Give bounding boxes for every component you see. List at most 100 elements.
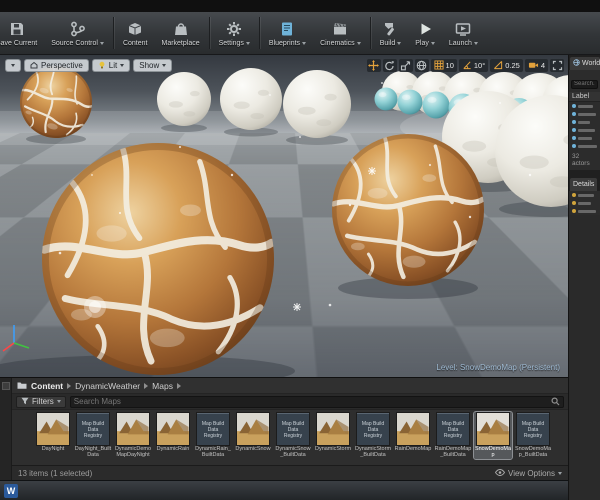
dropdown-arrow-icon — [558, 471, 562, 475]
outliner-actor-row[interactable] — [569, 118, 600, 126]
asset-name: DynamicSnow_BuiltData — [275, 446, 311, 458]
breadcrumb-maps[interactable]: Maps — [152, 381, 173, 391]
dropdown-arrow-icon — [430, 41, 435, 45]
taskbar: W — [0, 480, 568, 500]
asset-name: SnowDemoMap — [474, 446, 512, 458]
map-build-data-thumbnail: Map Build Data Registry — [437, 413, 469, 445]
dropdown-arrow-icon — [397, 41, 402, 45]
tab-world-outliner[interactable]: World Outliner — [570, 57, 600, 70]
world-space-toggle-button[interactable] — [414, 59, 429, 72]
breadcrumb-dynamicweather[interactable]: DynamicWeather — [75, 381, 140, 391]
build-button[interactable]: Build — [373, 12, 409, 54]
camera-speed-value: 4 — [540, 61, 545, 70]
breadcrumb-chevron-icon — [144, 382, 149, 389]
search-maps-input[interactable] — [73, 397, 549, 406]
asset-tile-dynamicrain[interactable]: DynamicRain — [154, 412, 192, 453]
perspective-button[interactable]: Perspective — [24, 59, 89, 72]
blueprints-icon — [278, 20, 296, 39]
dropdown-arrow-icon — [120, 64, 125, 67]
details-row[interactable] — [569, 207, 600, 215]
show-menu-button[interactable]: Show — [133, 59, 173, 72]
data-tile-text: Map Build Data Registry — [81, 420, 105, 439]
data-tile-text: Map Build Data Registry — [521, 420, 545, 439]
details-row[interactable] — [569, 191, 600, 199]
asset-tile-daynight-builtdata[interactable]: Map Build Data Registry DayNight_BuiltDa… — [74, 412, 112, 459]
asset-tile-daynight[interactable]: DayNight — [34, 412, 72, 453]
sources-panel-collapsed[interactable] — [0, 378, 12, 480]
move-tool-button[interactable] — [366, 59, 381, 72]
map-build-data-thumbnail: Map Build Data Registry — [517, 413, 549, 445]
outliner-search-input[interactable] — [571, 79, 598, 89]
scale-tool-button[interactable] — [398, 59, 413, 72]
marketplace-button[interactable]: Marketplace — [154, 12, 206, 54]
outliner-actor-row[interactable] — [569, 134, 600, 142]
dropdown-arrow-icon — [302, 41, 307, 45]
details-row[interactable] — [569, 199, 600, 207]
folder-icon — [17, 377, 27, 395]
lit-mode-button[interactable]: Lit — [91, 59, 131, 72]
word-taskbar-icon[interactable]: W — [4, 483, 18, 498]
view-options-button[interactable]: View Options — [494, 469, 562, 478]
play-button[interactable]: Play — [408, 12, 442, 54]
content-button[interactable]: Content — [116, 12, 155, 54]
right-dock-panel: World Outliner Label 32 actors Details — [568, 55, 600, 500]
scale-snap-control[interactable]: 0.25 — [490, 59, 523, 72]
dropdown-arrow-icon — [56, 400, 61, 403]
snow-emitter-sprite[interactable] — [292, 302, 302, 312]
marketplace-icon — [172, 20, 190, 39]
launch-button[interactable]: Launch — [442, 12, 485, 54]
rotate-tool-button[interactable] — [382, 59, 397, 72]
toolbar-separator — [208, 17, 210, 49]
asset-tile-snowdemomap-builtdata[interactable]: Map Build Data Registry SnowDemoMap_Buil… — [514, 412, 552, 459]
toolbar-button-label: Play — [415, 39, 429, 47]
outliner-actor-row[interactable] — [569, 142, 600, 150]
snow-sphere-1[interactable] — [157, 72, 211, 126]
asset-tile-dynamicsnow-builtdata[interactable]: Map Build Data Registry DynamicSnow_Buil… — [274, 412, 312, 459]
asset-tile-snowdemomap-selected[interactable]: SnowDemoMap — [473, 411, 513, 460]
asset-tile-dynamicdemomapdaynight[interactable]: DynamicDemoMapDayNight — [114, 412, 152, 459]
filters-label: Filters — [32, 397, 54, 406]
snow-sphere-2[interactable] — [220, 68, 282, 130]
tab-details[interactable]: Details — [570, 178, 598, 191]
stone-sphere-medium[interactable] — [332, 134, 484, 286]
actor-icon — [572, 128, 576, 132]
asset-tile-raindemomap[interactable]: RainDemoMap — [394, 412, 432, 453]
source-control-button[interactable]: Source Control — [44, 12, 111, 54]
data-tile-text: Map Build Data Registry — [201, 420, 225, 439]
asset-tile-dynamicrain-builtdata[interactable]: Map Build Data Registry DynamicRain_Buil… — [194, 412, 232, 459]
outliner-actor-row[interactable] — [569, 126, 600, 134]
blueprints-button[interactable]: Blueprints — [262, 12, 313, 54]
show-label: Show — [139, 61, 160, 70]
cinematics-button[interactable]: Cinematics — [313, 12, 368, 54]
clapperboard-icon — [331, 20, 349, 39]
asset-tile-raindemomap-builtdata[interactable]: Map Build Data Registry RainDemoMap_Buil… — [434, 412, 472, 459]
settings-button[interactable]: Settings — [212, 12, 257, 54]
data-tile-text: Map Build Data Registry — [281, 420, 305, 439]
rotation-snap-control[interactable]: 10° — [458, 59, 489, 72]
outliner-actor-row[interactable] — [569, 102, 600, 110]
asset-name: DayNight_BuiltData — [74, 446, 112, 458]
breadcrumb-content[interactable]: Content — [31, 381, 63, 391]
sources-toggle-icon[interactable] — [1, 382, 10, 390]
stone-sphere-large[interactable] — [42, 143, 274, 375]
asset-tile-dynamicstorm[interactable]: DynamicStorm — [314, 412, 352, 453]
snow-emitter-sprite[interactable] — [367, 166, 377, 176]
outliner-label-column-header[interactable]: Label — [569, 92, 600, 102]
viewport-axes-gizmo — [2, 325, 30, 352]
viewport-options-button[interactable] — [5, 59, 21, 72]
asset-tile-dynamicstorm-builtdata[interactable]: Map Build Data Registry DynamicStorm_Bui… — [354, 412, 392, 459]
filters-button[interactable]: Filters — [16, 395, 66, 408]
maximize-viewport-button[interactable] — [550, 59, 564, 72]
viewport-3d[interactable]: Perspective Lit Show 10 10° 0.25 4 Level… — [0, 55, 568, 377]
snow-sphere-3[interactable] — [283, 70, 351, 138]
grid-snap-control[interactable]: 10 — [430, 59, 457, 72]
asset-tile-dynamicsnow[interactable]: DynamicSnow — [234, 412, 272, 453]
camera-speed-control[interactable]: 4 — [524, 59, 548, 72]
hammer-icon — [381, 20, 399, 39]
save-current-button[interactable]: Save Current — [0, 12, 44, 54]
level-status-text: Level: SnowDemoMap (Persistent) — [436, 363, 560, 372]
scale-snap-value: 0.25 — [505, 61, 520, 70]
outliner-actor-row[interactable] — [569, 110, 600, 118]
asset-name: SnowDemoMap_BuiltData — [514, 446, 552, 458]
asset-name: DynamicStorm_BuiltData — [354, 446, 392, 458]
